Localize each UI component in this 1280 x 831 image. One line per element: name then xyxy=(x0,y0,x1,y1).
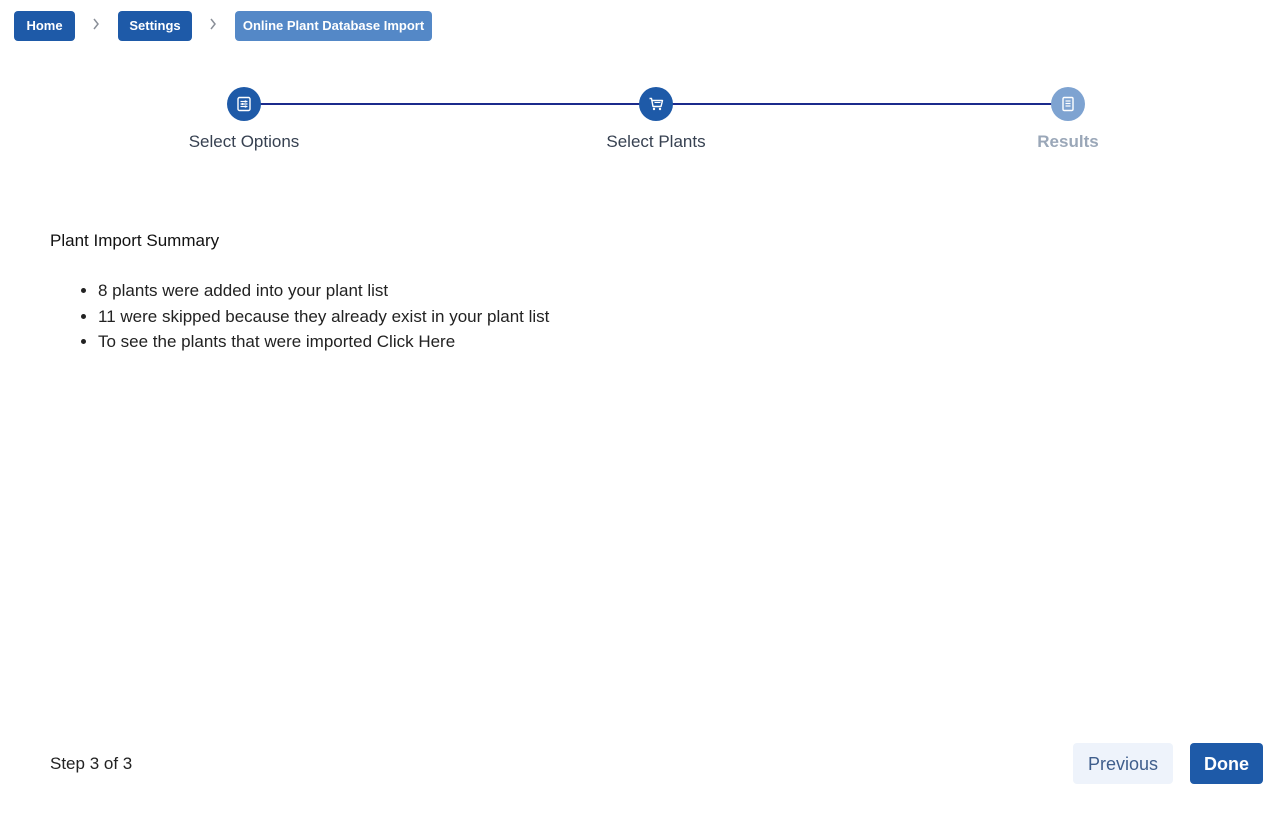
list-item: To see the plants that were imported Cli… xyxy=(98,329,549,355)
document-icon xyxy=(1062,96,1074,112)
summary-added-text: 8 plants were added into your plant list xyxy=(98,281,389,300)
import-results-page: Home Settings Online Plant Database Impo… xyxy=(0,0,1280,831)
step-connector xyxy=(672,103,1052,105)
cart-icon xyxy=(649,97,664,111)
summary-list: 8 plants were added into your plant list… xyxy=(50,278,549,355)
step-2-indicator[interactable] xyxy=(639,87,673,121)
step-connector xyxy=(260,103,640,105)
chevron-right-icon xyxy=(205,15,221,35)
summary-imported-text: To see the plants that were imported xyxy=(98,332,377,351)
done-button[interactable]: Done xyxy=(1190,743,1263,784)
step-3-label: Results xyxy=(1037,132,1099,151)
options-icon xyxy=(237,96,251,112)
step-1-label: Select Options xyxy=(188,132,300,151)
chevron-right-icon xyxy=(88,15,104,35)
progress-stepper: Select Options Select Plants Results xyxy=(0,86,1280,166)
click-here-link[interactable]: Click Here xyxy=(377,332,455,351)
summary-title: Plant Import Summary xyxy=(50,231,220,250)
list-item: 8 plants were added into your plant list xyxy=(98,278,549,304)
list-item: 11 were skipped because they already exi… xyxy=(98,304,549,330)
breadcrumb-online-plant-database-import[interactable]: Online Plant Database Import xyxy=(235,11,432,41)
step-3-indicator[interactable] xyxy=(1051,87,1085,121)
breadcrumb-settings[interactable]: Settings xyxy=(118,11,192,41)
step-counter: Step 3 of 3 xyxy=(50,754,133,773)
step-1-indicator[interactable] xyxy=(227,87,261,121)
previous-button[interactable]: Previous xyxy=(1073,743,1173,784)
breadcrumb-home[interactable]: Home xyxy=(14,11,75,41)
step-2-label: Select Plants xyxy=(606,132,706,151)
summary-skipped-text: 11 were skipped because they already exi… xyxy=(98,306,550,326)
